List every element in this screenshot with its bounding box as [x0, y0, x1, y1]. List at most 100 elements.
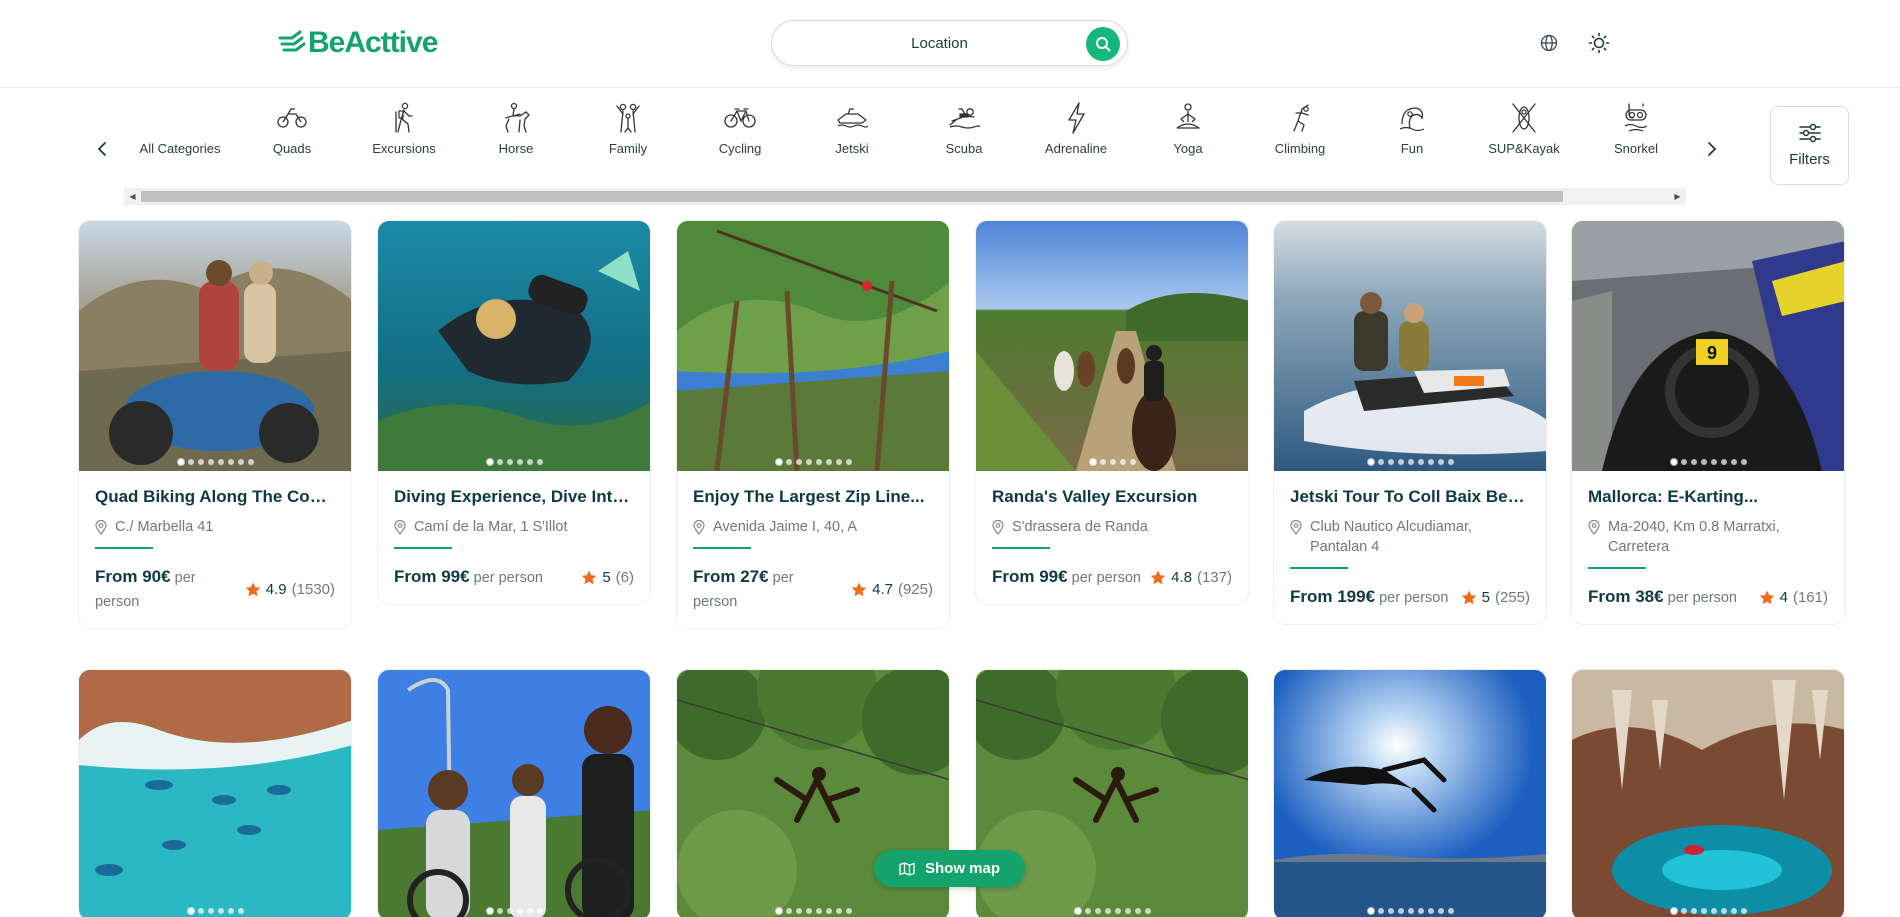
activity-image[interactable] — [976, 221, 1248, 471]
pagination-dot[interactable] — [826, 459, 832, 465]
scrollbar-thumb[interactable] — [141, 191, 1563, 202]
activity-title[interactable]: Enjoy The Largest Zip Line... — [693, 487, 933, 507]
activity-image[interactable] — [1274, 670, 1546, 917]
pagination-dot[interactable] — [208, 908, 214, 914]
activity-card[interactable]: Randa's Valley Excursion S'drassera de R… — [975, 220, 1249, 605]
pagination-dot[interactable] — [198, 459, 204, 465]
category-horse[interactable]: Horse — [460, 101, 572, 165]
activity-image[interactable] — [677, 221, 949, 471]
image-pagination-dots[interactable] — [79, 908, 351, 914]
pagination-dot[interactable] — [786, 459, 792, 465]
pagination-dot[interactable] — [816, 459, 822, 465]
pagination-dot[interactable] — [1741, 908, 1747, 914]
pagination-dot[interactable] — [1388, 459, 1394, 465]
activity-card[interactable]: Jetski Tour To Coll Baix Beach Club Naut… — [1273, 220, 1547, 625]
pagination-dot[interactable] — [527, 459, 533, 465]
pagination-dot[interactable] — [517, 459, 523, 465]
pagination-dot[interactable] — [1701, 908, 1707, 914]
theme-sun-icon[interactable] — [1587, 31, 1611, 55]
category-quads[interactable]: Quads — [236, 101, 348, 165]
pagination-dot[interactable] — [1095, 908, 1101, 914]
show-map-button[interactable]: Show map — [874, 850, 1025, 887]
category-scuba[interactable]: Scuba — [908, 101, 1020, 165]
pagination-dot[interactable] — [836, 459, 842, 465]
pagination-dot[interactable] — [846, 908, 852, 914]
pagination-dot[interactable] — [1110, 459, 1116, 465]
pagination-dot[interactable] — [1438, 459, 1444, 465]
pagination-dot[interactable] — [1721, 459, 1727, 465]
activity-image[interactable] — [79, 221, 351, 471]
activity-card[interactable] — [1571, 669, 1845, 917]
category-cycling[interactable]: Cycling — [684, 101, 796, 165]
category-snorkel[interactable]: Snorkel — [1580, 101, 1692, 165]
pagination-dot[interactable] — [487, 908, 493, 914]
pagination-dot[interactable] — [238, 459, 244, 465]
pagination-dot[interactable] — [1145, 908, 1151, 914]
activity-image[interactable] — [378, 670, 650, 917]
pagination-dot[interactable] — [1701, 459, 1707, 465]
pagination-dot[interactable] — [497, 908, 503, 914]
image-pagination-dots[interactable] — [976, 908, 1248, 914]
image-pagination-dots[interactable] — [1274, 459, 1546, 465]
pagination-dot[interactable] — [1075, 908, 1081, 914]
pagination-dot[interactable] — [517, 908, 523, 914]
pagination-dot[interactable] — [507, 908, 513, 914]
categories-next-button[interactable] — [1700, 137, 1724, 161]
pagination-dot[interactable] — [796, 908, 802, 914]
pagination-dot[interactable] — [1691, 459, 1697, 465]
pagination-dot[interactable] — [1741, 459, 1747, 465]
pagination-dot[interactable] — [1721, 908, 1727, 914]
pagination-dot[interactable] — [1731, 908, 1737, 914]
image-pagination-dots[interactable] — [1572, 908, 1844, 914]
pagination-dot[interactable] — [188, 908, 194, 914]
pagination-dot[interactable] — [836, 908, 842, 914]
activity-title[interactable]: Mallorca: E-Karting... — [1588, 487, 1828, 507]
pagination-dot[interactable] — [826, 908, 832, 914]
pagination-dot[interactable] — [806, 908, 812, 914]
pagination-dot[interactable] — [537, 459, 543, 465]
pagination-dot[interactable] — [527, 908, 533, 914]
pagination-dot[interactable] — [1120, 459, 1126, 465]
pagination-dot[interactable] — [1711, 459, 1717, 465]
pagination-dot[interactable] — [1691, 908, 1697, 914]
pagination-dot[interactable] — [1408, 459, 1414, 465]
activity-title[interactable]: Quad Biking Along The Coas... — [95, 487, 335, 507]
activity-card[interactable] — [1273, 669, 1547, 917]
pagination-dot[interactable] — [1085, 908, 1091, 914]
pagination-dot[interactable] — [1368, 908, 1374, 914]
category-all[interactable]: All Categories — [124, 101, 236, 165]
pagination-dot[interactable] — [816, 908, 822, 914]
activity-title[interactable]: Randa's Valley Excursion — [992, 487, 1232, 507]
category-climbing[interactable]: Climbing — [1244, 101, 1356, 165]
pagination-dot[interactable] — [796, 459, 802, 465]
category-jetski[interactable]: Jetski — [796, 101, 908, 165]
pagination-dot[interactable] — [1398, 908, 1404, 914]
scroll-left-arrow-icon[interactable]: ◀ — [124, 188, 141, 205]
image-pagination-dots[interactable] — [677, 908, 949, 914]
pagination-dot[interactable] — [208, 459, 214, 465]
activity-card[interactable]: Quad Biking Along The Coas... C./ Marbel… — [78, 220, 352, 629]
pagination-dot[interactable] — [1711, 908, 1717, 914]
category-family[interactable]: Family — [572, 101, 684, 165]
pagination-dot[interactable] — [497, 459, 503, 465]
search-button[interactable] — [1086, 27, 1120, 61]
pagination-dot[interactable] — [178, 459, 184, 465]
category-excursions[interactable]: Excursions — [348, 101, 460, 165]
image-pagination-dots[interactable] — [1572, 459, 1844, 465]
pagination-dot[interactable] — [248, 459, 254, 465]
pagination-dot[interactable] — [1378, 459, 1384, 465]
pagination-dot[interactable] — [1448, 908, 1454, 914]
pagination-dot[interactable] — [1100, 459, 1106, 465]
pagination-dot[interactable] — [1398, 459, 1404, 465]
pagination-dot[interactable] — [1438, 908, 1444, 914]
pagination-dot[interactable] — [537, 908, 543, 914]
pagination-dot[interactable] — [1378, 908, 1384, 914]
pagination-dot[interactable] — [198, 908, 204, 914]
pagination-dot[interactable] — [1368, 459, 1374, 465]
image-pagination-dots[interactable] — [378, 459, 650, 465]
pagination-dot[interactable] — [1428, 908, 1434, 914]
filters-button[interactable]: Filters — [1770, 106, 1849, 185]
activity-card[interactable]: Diving Experience, Dive Into... Camí de … — [377, 220, 651, 605]
pagination-dot[interactable] — [188, 459, 194, 465]
pagination-dot[interactable] — [487, 459, 493, 465]
